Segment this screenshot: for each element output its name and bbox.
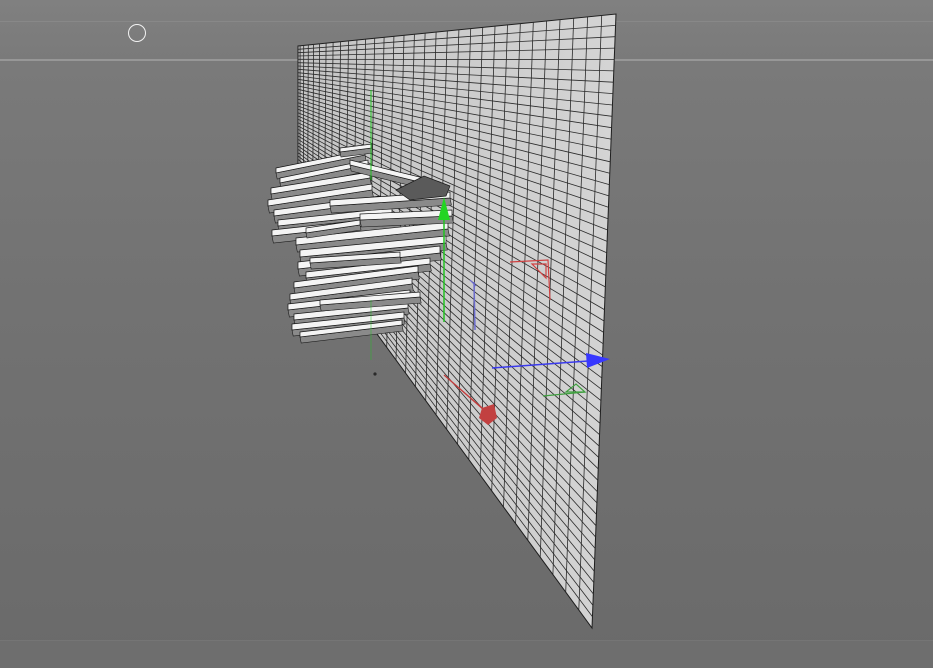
3d-viewport[interactable] — [0, 0, 933, 668]
blue-helper-line — [473, 281, 476, 331]
origin-point — [373, 372, 377, 376]
circle-outline-icon[interactable] — [128, 24, 146, 42]
scene-canvas[interactable] — [0, 0, 933, 668]
